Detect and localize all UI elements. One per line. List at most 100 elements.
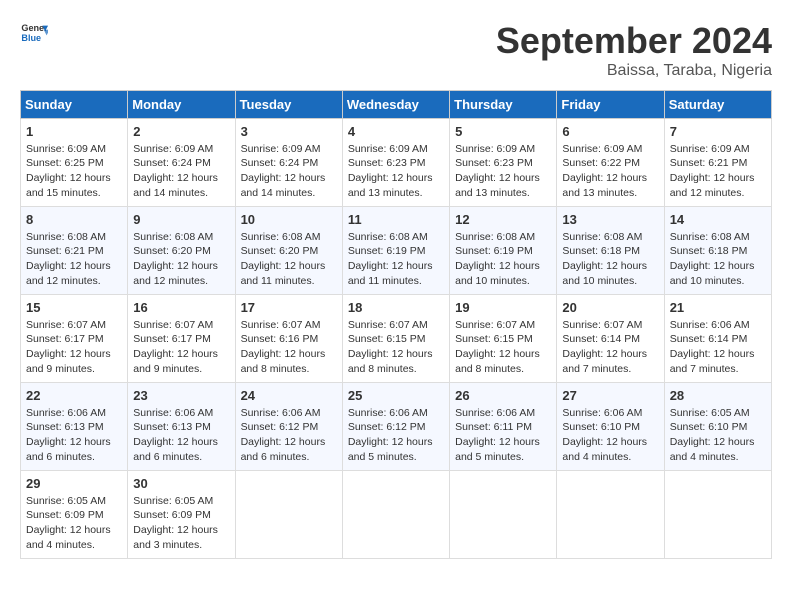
calendar-cell <box>235 471 342 559</box>
calendar-cell: 4 Sunrise: 6:09 AMSunset: 6:23 PMDaylight… <box>342 119 449 207</box>
day-number: 20 <box>562 299 658 317</box>
week-row-3: 15 Sunrise: 6:07 AMSunset: 6:17 PMDayligh… <box>21 295 772 383</box>
calendar-cell: 29 Sunrise: 6:05 AMSunset: 6:09 PMDayligh… <box>21 471 128 559</box>
header-day-wednesday: Wednesday <box>342 91 449 119</box>
day-number: 17 <box>241 299 337 317</box>
calendar-cell: 19 Sunrise: 6:07 AMSunset: 6:15 PMDayligh… <box>450 295 557 383</box>
day-number: 15 <box>26 299 122 317</box>
day-number: 6 <box>562 123 658 141</box>
calendar-cell <box>342 471 449 559</box>
calendar-cell: 24Sunrise: 6:06 AMSunset: 6:12 PMDayligh… <box>235 383 342 471</box>
logo: General Blue <box>20 20 48 48</box>
calendar-cell: 14 Sunrise: 6:08 AMSunset: 6:18 PMDayligh… <box>664 207 771 295</box>
day-number: 30 <box>133 475 229 493</box>
header-day-thursday: Thursday <box>450 91 557 119</box>
day-number: 11 <box>348 211 444 229</box>
day-number: 2 <box>133 123 229 141</box>
day-info: Sunrise: 6:09 AMSunset: 6:23 PMDaylight:… <box>455 143 540 200</box>
day-number: 14 <box>670 211 766 229</box>
calendar-cell: 18 Sunrise: 6:07 AMSunset: 6:15 PMDayligh… <box>342 295 449 383</box>
calendar-cell: 2 Sunrise: 6:09 AMSunset: 6:24 PMDaylight… <box>128 119 235 207</box>
calendar-cell: 9 Sunrise: 6:08 AMSunset: 6:20 PMDaylight… <box>128 207 235 295</box>
week-row-5: 29 Sunrise: 6:05 AMSunset: 6:09 PMDayligh… <box>21 471 772 559</box>
day-number: 26 <box>455 387 551 405</box>
day-number: 3 <box>241 123 337 141</box>
day-info: Sunrise: 6:05 AMSunset: 6:09 PMDaylight:… <box>26 495 111 552</box>
day-info: Sunrise: 6:07 AMSunset: 6:14 PMDaylight:… <box>562 319 647 376</box>
day-number: 9 <box>133 211 229 229</box>
calendar-cell <box>557 471 664 559</box>
calendar-cell: 17Sunrise: 6:07 AMSunset: 6:16 PMDayligh… <box>235 295 342 383</box>
day-info: Sunrise: 6:07 AMSunset: 6:17 PMDaylight:… <box>26 319 111 376</box>
week-row-1: 1 Sunrise: 6:09 AMSunset: 6:25 PMDaylight… <box>21 119 772 207</box>
calendar-cell <box>450 471 557 559</box>
calendar-cell: 12 Sunrise: 6:08 AMSunset: 6:19 PMDayligh… <box>450 207 557 295</box>
day-info: Sunrise: 6:06 AMSunset: 6:13 PMDaylight:… <box>133 407 218 464</box>
header-row: SundayMondayTuesdayWednesdayThursdayFrid… <box>21 91 772 119</box>
day-info: Sunrise: 6:08 AMSunset: 6:21 PMDaylight:… <box>26 231 111 288</box>
calendar-cell: 1 Sunrise: 6:09 AMSunset: 6:25 PMDaylight… <box>21 119 128 207</box>
day-number: 12 <box>455 211 551 229</box>
calendar-cell: 26 Sunrise: 6:06 AMSunset: 6:11 PMDayligh… <box>450 383 557 471</box>
calendar-cell: 7Sunrise: 6:09 AMSunset: 6:21 PMDaylight… <box>664 119 771 207</box>
calendar-cell: 13 Sunrise: 6:08 AMSunset: 6:18 PMDayligh… <box>557 207 664 295</box>
calendar-cell: 3 Sunrise: 6:09 AMSunset: 6:24 PMDaylight… <box>235 119 342 207</box>
day-info: Sunrise: 6:09 AMSunset: 6:24 PMDaylight:… <box>133 143 218 200</box>
day-number: 22 <box>26 387 122 405</box>
calendar-cell: 5 Sunrise: 6:09 AMSunset: 6:23 PMDaylight… <box>450 119 557 207</box>
day-info: Sunrise: 6:08 AMSunset: 6:18 PMDaylight:… <box>670 231 755 288</box>
day-info: Sunrise: 6:07 AMSunset: 6:15 PMDaylight:… <box>455 319 540 376</box>
calendar-cell: 22 Sunrise: 6:06 AMSunset: 6:13 PMDayligh… <box>21 383 128 471</box>
day-number: 1 <box>26 123 122 141</box>
page-header: General Blue September 2024 Baissa, Tara… <box>20 20 772 80</box>
calendar-table: SundayMondayTuesdayWednesdayThursdayFrid… <box>20 90 772 559</box>
day-info: Sunrise: 6:09 AMSunset: 6:24 PMDaylight:… <box>241 143 326 200</box>
calendar-subtitle: Baissa, Taraba, Nigeria <box>496 62 772 80</box>
day-number: 10 <box>241 211 337 229</box>
header-day-monday: Monday <box>128 91 235 119</box>
day-number: 28 <box>670 387 766 405</box>
day-info: Sunrise: 6:08 AMSunset: 6:20 PMDaylight:… <box>241 231 326 288</box>
title-section: September 2024 Baissa, Taraba, Nigeria <box>496 20 772 80</box>
day-number: 24 <box>241 387 337 405</box>
day-info: Sunrise: 6:08 AMSunset: 6:18 PMDaylight:… <box>562 231 647 288</box>
header-day-friday: Friday <box>557 91 664 119</box>
day-info: Sunrise: 6:08 AMSunset: 6:19 PMDaylight:… <box>455 231 540 288</box>
week-row-2: 8 Sunrise: 6:08 AMSunset: 6:21 PMDaylight… <box>21 207 772 295</box>
day-info: Sunrise: 6:06 AMSunset: 6:10 PMDaylight:… <box>562 407 647 464</box>
calendar-cell <box>664 471 771 559</box>
calendar-cell: 11Sunrise: 6:08 AMSunset: 6:19 PMDayligh… <box>342 207 449 295</box>
day-number: 18 <box>348 299 444 317</box>
calendar-title: September 2024 <box>496 20 772 62</box>
day-number: 19 <box>455 299 551 317</box>
day-number: 4 <box>348 123 444 141</box>
calendar-cell: 27 Sunrise: 6:06 AMSunset: 6:10 PMDayligh… <box>557 383 664 471</box>
day-info: Sunrise: 6:06 AMSunset: 6:13 PMDaylight:… <box>26 407 111 464</box>
header-day-tuesday: Tuesday <box>235 91 342 119</box>
day-info: Sunrise: 6:06 AMSunset: 6:11 PMDaylight:… <box>455 407 540 464</box>
calendar-cell: 25 Sunrise: 6:06 AMSunset: 6:12 PMDayligh… <box>342 383 449 471</box>
day-info: Sunrise: 6:05 AMSunset: 6:10 PMDaylight:… <box>670 407 755 464</box>
day-info: Sunrise: 6:09 AMSunset: 6:22 PMDaylight:… <box>562 143 647 200</box>
day-number: 23 <box>133 387 229 405</box>
day-number: 8 <box>26 211 122 229</box>
day-info: Sunrise: 6:09 AMSunset: 6:25 PMDaylight:… <box>26 143 111 200</box>
calendar-cell: 10 Sunrise: 6:08 AMSunset: 6:20 PMDayligh… <box>235 207 342 295</box>
day-info: Sunrise: 6:09 AMSunset: 6:23 PMDaylight:… <box>348 143 433 200</box>
day-number: 5 <box>455 123 551 141</box>
day-info: Sunrise: 6:08 AMSunset: 6:20 PMDaylight:… <box>133 231 218 288</box>
day-number: 13 <box>562 211 658 229</box>
day-number: 25 <box>348 387 444 405</box>
calendar-body: 1 Sunrise: 6:09 AMSunset: 6:25 PMDaylight… <box>21 119 772 559</box>
logo-icon: General Blue <box>20 20 48 48</box>
day-number: 21 <box>670 299 766 317</box>
svg-text:Blue: Blue <box>21 33 41 43</box>
header-day-saturday: Saturday <box>664 91 771 119</box>
day-info: Sunrise: 6:06 AMSunset: 6:12 PMDaylight:… <box>348 407 433 464</box>
calendar-cell: 21Sunrise: 6:06 AMSunset: 6:14 PMDayligh… <box>664 295 771 383</box>
day-info: Sunrise: 6:07 AMSunset: 6:15 PMDaylight:… <box>348 319 433 376</box>
calendar-cell: 23 Sunrise: 6:06 AMSunset: 6:13 PMDayligh… <box>128 383 235 471</box>
day-info: Sunrise: 6:05 AMSunset: 6:09 PMDaylight:… <box>133 495 218 552</box>
day-number: 27 <box>562 387 658 405</box>
day-number: 29 <box>26 475 122 493</box>
